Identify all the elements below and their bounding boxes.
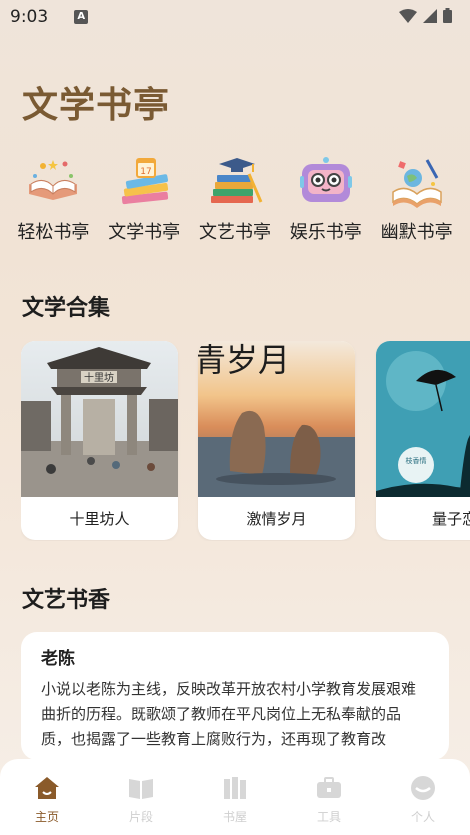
tab-label: 主页 bbox=[34, 809, 59, 824]
category-label: 文学书亭 bbox=[108, 222, 181, 243]
user-icon bbox=[409, 774, 437, 802]
collection-card[interactable]: 青岁月 激情岁月 bbox=[198, 341, 355, 540]
status-time: 9:03 bbox=[10, 7, 49, 27]
app-title: 文学书亭 bbox=[22, 84, 171, 126]
tab-label: 片段 bbox=[128, 809, 153, 824]
tab-tools[interactable]: 工具 bbox=[289, 774, 369, 825]
open-book-sparkles-icon bbox=[21, 152, 85, 212]
robot-tv-icon bbox=[294, 152, 358, 212]
category-row: 轻松书亭 17 文学书亭 文艺书亭 娱乐书亭 幽默书亭 bbox=[0, 152, 470, 252]
book-stack-calendar-icon: 17 bbox=[112, 152, 176, 212]
fragrance-section-title: 文艺书香 bbox=[22, 588, 111, 613]
tab-bookhouse[interactable]: 书屋 bbox=[195, 774, 275, 825]
article-body: 小说以老陈为主线，反映改革开放农村小学教育发展艰难曲折的历程。既歌颂了教师在平凡… bbox=[41, 680, 417, 748]
tab-label: 工具 bbox=[316, 809, 341, 824]
book-open-icon bbox=[127, 774, 155, 802]
article-title: 老陈 bbox=[41, 649, 75, 669]
collection-card-title: 量子恋 bbox=[431, 510, 470, 528]
bottom-tab-bar: 主页 片段 书屋 工具 个人 bbox=[0, 759, 470, 835]
tab-home[interactable]: 主页 bbox=[7, 774, 87, 825]
collection-carousel[interactable]: 十里坊 十里坊人 青岁月 激情岁月 枝香情 量子恋 bbox=[21, 341, 470, 541]
article-card[interactable]: 老陈 小说以老陈为主线，反映改革开放农村小学教育发展艰难曲折的历程。既歌颂了教师… bbox=[21, 632, 449, 760]
wifi-icon bbox=[399, 8, 417, 27]
tab-snippets[interactable]: 片段 bbox=[101, 774, 181, 825]
collection-card-image: 青岁月 bbox=[198, 341, 355, 497]
battery-icon bbox=[443, 7, 452, 27]
collection-section-title: 文学合集 bbox=[22, 296, 111, 321]
card-badge-text: 枝香情 bbox=[406, 456, 427, 465]
books-graduation-cap-icon bbox=[203, 152, 267, 212]
category-relaxed[interactable]: 轻松书亭 bbox=[10, 152, 96, 252]
category-label: 文艺书亭 bbox=[198, 222, 271, 243]
svg-text:17: 17 bbox=[140, 167, 151, 177]
collection-card[interactable]: 枝香情 量子恋 bbox=[376, 341, 470, 540]
card-sign-text: 十里坊 bbox=[84, 371, 114, 384]
category-art[interactable]: 文艺书亭 bbox=[192, 152, 278, 252]
collection-card-title: 激情岁月 bbox=[246, 510, 307, 528]
bookshelf-icon bbox=[221, 774, 249, 802]
toolbox-icon bbox=[315, 774, 343, 802]
book-globe-pen-icon bbox=[385, 152, 449, 212]
category-entertainment[interactable]: 娱乐书亭 bbox=[283, 152, 369, 252]
tab-profile[interactable]: 个人 bbox=[383, 774, 463, 825]
tab-label: 个人 bbox=[410, 809, 435, 824]
collection-card-title: 十里坊人 bbox=[69, 510, 130, 528]
notification-icon: A bbox=[74, 10, 89, 24]
category-label: 轻松书亭 bbox=[17, 222, 90, 243]
card-overlay-text: 青岁月 bbox=[198, 341, 290, 379]
signal-icon bbox=[423, 8, 437, 27]
category-label: 娱乐书亭 bbox=[289, 222, 362, 243]
category-humor[interactable]: 幽默书亭 bbox=[374, 152, 460, 252]
category-literature[interactable]: 17 文学书亭 bbox=[101, 152, 187, 252]
tab-label: 书屋 bbox=[222, 809, 247, 824]
collection-card-image: 十里坊 bbox=[21, 341, 178, 497]
category-label: 幽默书亭 bbox=[380, 222, 453, 243]
home-icon bbox=[33, 774, 61, 802]
collection-card[interactable]: 十里坊 十里坊人 bbox=[21, 341, 178, 540]
status-bar: 9:03 A bbox=[0, 0, 470, 34]
collection-card-image: 枝香情 bbox=[376, 341, 470, 497]
